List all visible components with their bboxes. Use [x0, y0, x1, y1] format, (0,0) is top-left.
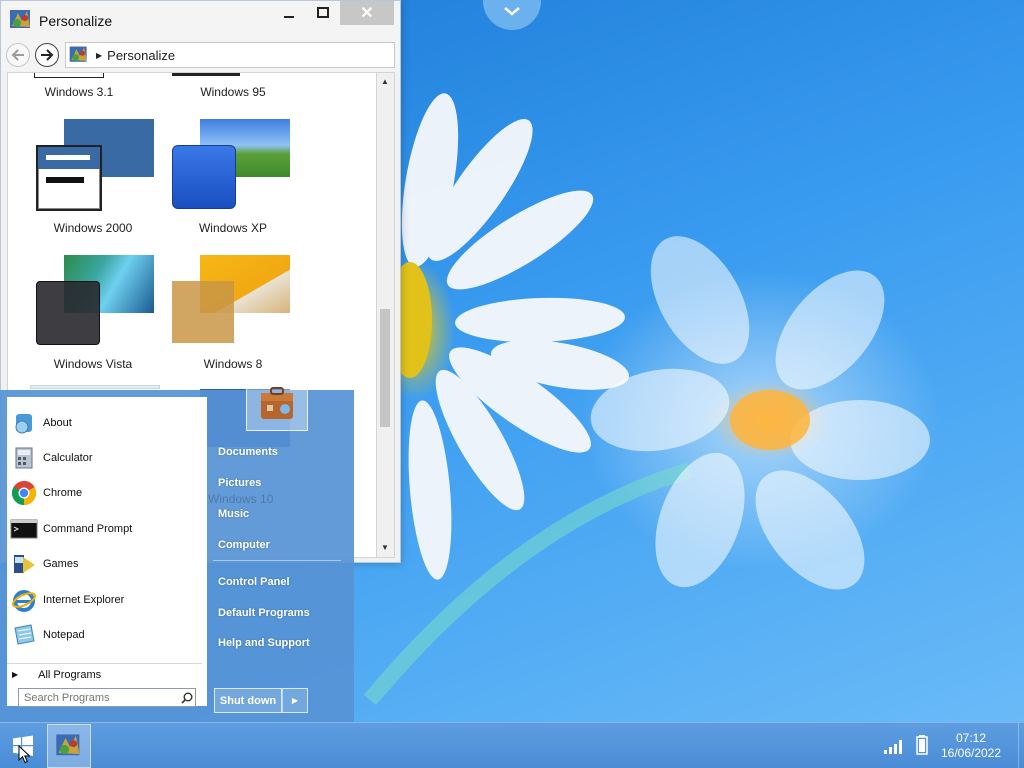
theme-label-windows-10: Windows 10: [208, 492, 274, 506]
start-menu-divider: [213, 560, 341, 561]
theme-label: Windows 8: [203, 357, 263, 371]
start-menu: About Calculator Chrome Command Prompt G…: [0, 375, 354, 722]
breadcrumb-separator-icon[interactable]: ▶: [96, 51, 102, 60]
scrollbar-thumb[interactable]: [380, 309, 390, 427]
personalize-app-icon: [56, 734, 80, 756]
mouse-cursor-icon: [18, 745, 31, 764]
program-label: Internet Explorer: [43, 594, 125, 606]
command-prompt-icon: [10, 515, 38, 543]
program-calculator[interactable]: Calculator: [7, 441, 207, 475]
show-desktop-button[interactable]: [1018, 723, 1024, 768]
program-notepad[interactable]: Notepad: [7, 618, 207, 652]
search-programs-box[interactable]: [18, 688, 196, 707]
chevron-right-icon: ▶: [291, 696, 299, 705]
taskbar: 07:12 16/06/2022: [0, 722, 1024, 768]
theme-windows-vista[interactable]: Windows Vista: [34, 253, 164, 383]
chevron-down-icon: [504, 7, 520, 16]
link-help-and-support[interactable]: Help and Support: [218, 637, 310, 649]
scroll-up-icon[interactable]: ▲: [381, 77, 389, 86]
games-icon: [10, 550, 38, 578]
program-label: Notepad: [43, 629, 85, 641]
clock-date: 16/06/2022: [940, 746, 1002, 760]
link-documents[interactable]: Documents: [218, 446, 278, 458]
program-label: Calculator: [43, 452, 93, 464]
close-icon: ✕: [360, 5, 374, 22]
maximize-button[interactable]: [307, 1, 339, 25]
program-label: Chrome: [43, 487, 83, 499]
forward-button[interactable]: [35, 43, 59, 67]
theme-windows-8[interactable]: Windows 8: [168, 253, 298, 383]
internet-explorer-icon: [10, 586, 38, 614]
link-control-panel[interactable]: Control Panel: [218, 576, 290, 588]
theme-windows-2000[interactable]: Windows 2000: [34, 117, 164, 247]
search-input[interactable]: [24, 691, 179, 704]
taskbar-personalize-window[interactable]: [47, 724, 91, 768]
link-pictures[interactable]: Pictures: [218, 477, 261, 489]
personalize-breadcrumb-icon: [69, 46, 87, 62]
expand-arrow-icon: ▶: [12, 670, 19, 679]
start-button[interactable]: [0, 723, 45, 768]
link-default-programs[interactable]: Default Programs: [218, 607, 310, 619]
program-internet-explorer[interactable]: Internet Explorer: [7, 583, 207, 617]
link-computer[interactable]: Computer: [218, 539, 270, 551]
theme-label: Windows 95: [200, 85, 266, 99]
theme-windows-xp[interactable]: Windows XP: [168, 117, 298, 247]
shut-down-options-button[interactable]: ▶: [282, 688, 308, 713]
program-about[interactable]: About: [7, 406, 207, 440]
calculator-icon: [10, 444, 38, 472]
user-picture[interactable]: [246, 375, 308, 431]
chrome-icon: [10, 479, 38, 507]
address-bar[interactable]: ▶ Personalize: [65, 42, 395, 68]
window-titlebar[interactable]: Personalize ✕: [1, 1, 400, 39]
program-command-prompt[interactable]: Command Prompt: [7, 512, 207, 546]
all-programs-label: All Programs: [38, 668, 102, 681]
maximize-icon: [317, 7, 329, 18]
minimize-icon: [284, 16, 294, 18]
forward-arrow-icon: [41, 49, 54, 61]
program-label: About: [43, 417, 72, 429]
signal-strength-icon[interactable]: [884, 737, 906, 755]
briefcase-icon: [261, 387, 293, 419]
shut-down-button[interactable]: Shut down: [214, 688, 282, 713]
theme-label: Windows 2000: [53, 221, 133, 235]
theme-label: Windows 3.1: [44, 85, 114, 99]
navigation-bar: ▶ Personalize: [1, 39, 400, 71]
theme-label: Windows Vista: [53, 357, 133, 371]
personalize-app-icon: [10, 10, 30, 28]
scroll-down-icon[interactable]: ▼: [381, 543, 389, 552]
programs-pane: About Calculator Chrome Command Prompt G…: [7, 397, 207, 707]
search-icon[interactable]: [181, 692, 193, 704]
all-programs-button[interactable]: ▶ All Programs: [7, 663, 202, 685]
theme-label: Windows XP: [198, 221, 268, 235]
back-button[interactable]: [6, 43, 30, 67]
minimize-button[interactable]: [271, 1, 307, 25]
link-music[interactable]: Music: [218, 508, 249, 520]
back-arrow-icon: [11, 49, 24, 61]
program-label: Games: [43, 558, 79, 570]
breadcrumb-personalize[interactable]: Personalize: [107, 48, 175, 63]
program-chrome[interactable]: Chrome: [7, 476, 207, 510]
clock-time: 07:12: [955, 731, 987, 745]
close-button[interactable]: ✕: [340, 1, 394, 25]
window-title: Personalize: [39, 13, 113, 29]
program-games[interactable]: Games: [7, 547, 207, 581]
vertical-scrollbar[interactable]: ▲ ▼: [377, 72, 395, 558]
battery-icon[interactable]: [916, 735, 928, 755]
notepad-icon: [10, 621, 38, 649]
about-icon: [10, 409, 38, 437]
program-label: Command Prompt: [43, 523, 133, 535]
system-clock[interactable]: 07:12 16/06/2022: [930, 731, 1012, 761]
